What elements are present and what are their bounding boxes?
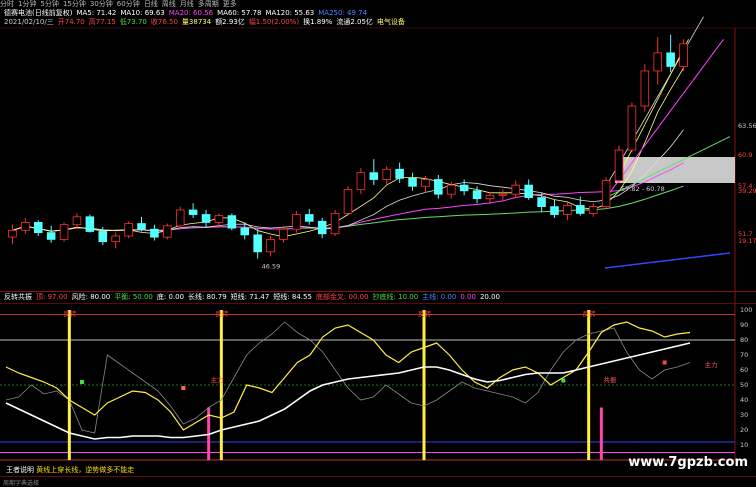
indicator-axis-label: 80	[740, 336, 748, 344]
signal-label-extra: 共振	[603, 375, 617, 384]
candle-body	[8, 229, 17, 238]
candle-body	[640, 70, 650, 107]
price-axis-label: 39.29	[738, 187, 756, 195]
candle-body	[485, 194, 495, 200]
candle-body	[679, 43, 688, 67]
indicator-marker	[80, 380, 84, 384]
zone-label: 57.82 - 60.78	[621, 185, 665, 193]
indicator-axis-label: 30	[740, 411, 748, 419]
candle-body	[601, 180, 611, 208]
candle-body	[537, 197, 546, 208]
candle-body	[653, 52, 663, 72]
candle-body	[498, 193, 508, 196]
candle-body	[292, 214, 301, 230]
low-price-label: 46.59	[262, 263, 281, 271]
banner-prefix: 王者说明	[6, 466, 34, 474]
indicator-axis-label: 60	[740, 366, 748, 374]
indicator-axis-label: 90	[740, 321, 748, 329]
candle-body	[33, 222, 43, 234]
candle-body	[124, 223, 133, 237]
candle-body	[72, 216, 82, 226]
candle-body	[98, 231, 108, 243]
signal-label-extra: 主力	[211, 375, 224, 384]
candle-body	[317, 220, 327, 235]
indicator-marker	[561, 378, 566, 383]
indicator-axis-label: 100	[740, 306, 752, 314]
stock-chart: 57.82 - 60.7846.5963.5660.957.439.2951.7…	[0, 16, 756, 461]
candle-body	[421, 179, 430, 187]
strategy-banner: 王者说明 黄线上穿长线，逆势做多不能走	[6, 465, 134, 475]
yellow-signal-bar	[67, 310, 71, 460]
yellow-signal-bar	[422, 310, 426, 460]
pink-signal-bar	[599, 407, 603, 460]
candle-body	[446, 184, 456, 195]
candle-body	[46, 232, 56, 240]
signal-label: 反转	[583, 309, 597, 318]
indicator-marker	[181, 386, 186, 390]
candle-body	[550, 206, 559, 215]
candle-body	[279, 228, 288, 240]
candle-body	[356, 172, 366, 191]
candle-body	[588, 206, 598, 214]
candle-body	[253, 234, 262, 253]
indicator-marker	[662, 360, 667, 365]
candle-body	[614, 149, 624, 182]
price-axis-label: 19.17	[738, 237, 756, 245]
price-axis-label: 60.9	[738, 151, 752, 159]
candle-body	[627, 105, 637, 151]
candle-body	[343, 189, 353, 214]
candle-body	[330, 212, 340, 235]
candle-body	[382, 168, 391, 180]
candle-body	[459, 184, 469, 192]
candle-body	[111, 235, 120, 243]
candle-body	[266, 238, 275, 253]
candle-body	[472, 190, 482, 200]
candle-body	[188, 209, 198, 215]
candle-body	[511, 184, 521, 195]
candle-body	[395, 168, 404, 179]
yellow-signal-bar	[219, 310, 223, 460]
banner-text: 黄线上穿长线，逆势做多不能走	[36, 466, 135, 474]
candle-body	[305, 214, 314, 222]
candle-body	[85, 216, 95, 232]
candle-body	[408, 177, 417, 187]
trend-line-blue	[604, 252, 731, 269]
candle-body	[240, 227, 250, 236]
indicator-axis-label: 40	[740, 396, 748, 404]
watermark: www.7gpzb.com	[628, 455, 748, 470]
signal-label-extra: 主力	[705, 360, 718, 369]
candle-body	[137, 223, 146, 230]
candle-body	[150, 228, 159, 238]
yellow-signal-bar	[587, 310, 591, 460]
indicator-axis-label: 20	[740, 426, 748, 434]
candle-body	[369, 172, 379, 180]
candle-body	[666, 52, 675, 67]
candle-body	[163, 225, 172, 238]
candle-body	[227, 215, 237, 229]
candle-body	[563, 205, 572, 215]
candle-body	[201, 214, 211, 223]
signal-label: 反转	[215, 309, 229, 318]
candle-body	[524, 184, 533, 198]
candle-body	[434, 179, 443, 195]
candle-body	[59, 224, 69, 240]
candle-body	[576, 205, 585, 214]
signal-label: 反转	[418, 309, 432, 318]
indicator-axis-label: 10	[740, 441, 748, 449]
price-axis-label: 63.56	[738, 122, 756, 130]
footer-text: 周期字典选择	[3, 480, 40, 487]
indicator-axis-label: 70	[740, 351, 748, 359]
ma10-line	[12, 129, 684, 232]
signal-label: 反转	[63, 309, 76, 318]
candle-body	[175, 209, 185, 227]
candle-body	[214, 215, 224, 223]
indicator-axis-label: 50	[740, 381, 748, 389]
footer-bar: 周期字典选择	[0, 476, 756, 487]
candle-body	[21, 222, 30, 231]
